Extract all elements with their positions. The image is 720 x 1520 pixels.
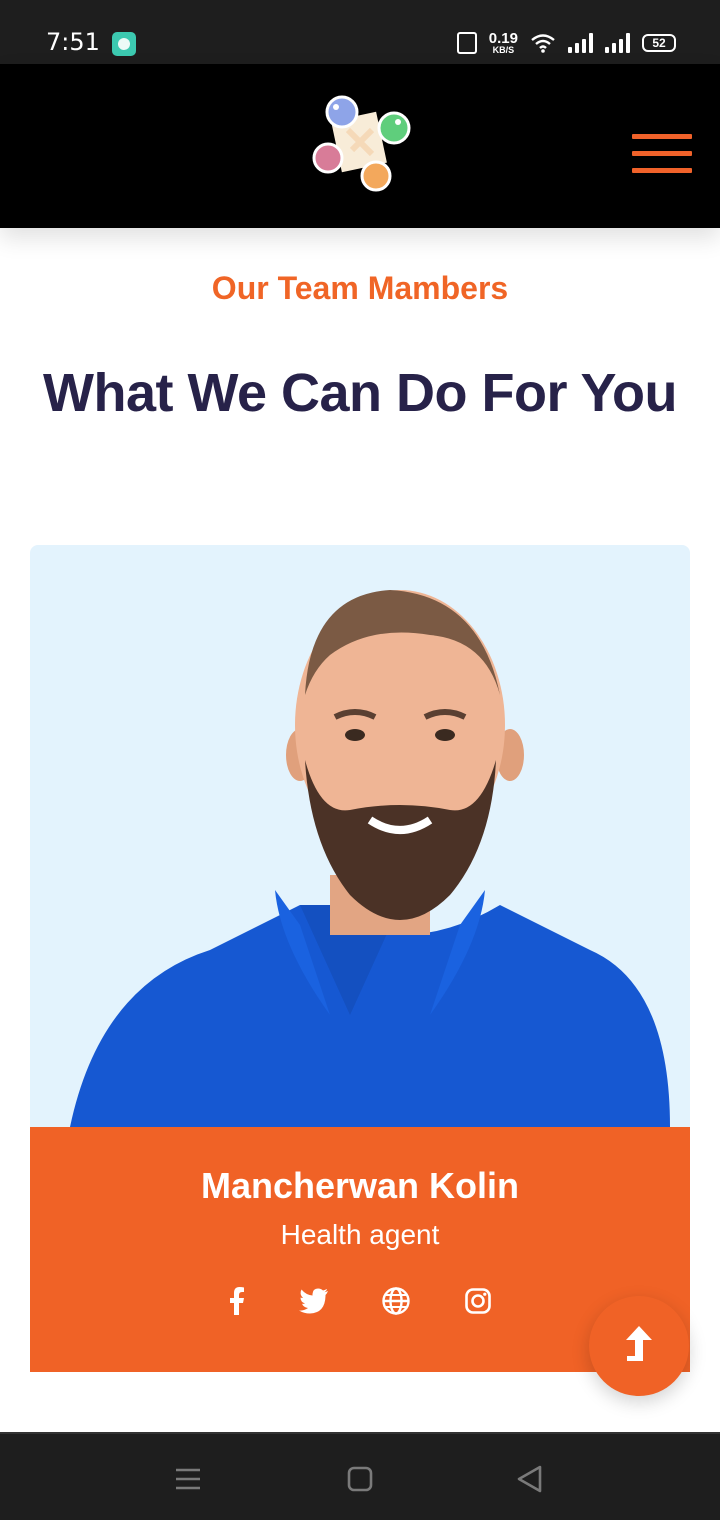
system-navigation-bar xyxy=(0,1432,720,1520)
team-member-name: Mancherwan Kolin xyxy=(200,1165,520,1206)
status-time: 7:51 xyxy=(46,28,100,56)
wifi-icon xyxy=(531,34,555,53)
team-member-photo xyxy=(30,545,690,1127)
twitter-icon[interactable] xyxy=(298,1285,330,1317)
vibrate-icon xyxy=(456,32,477,54)
team-member-role: Health agent xyxy=(280,1219,440,1250)
status-bar: 7:51 0.19 KB/S 52 xyxy=(0,0,720,64)
app-notification-icon xyxy=(112,32,136,56)
arrow-up-icon xyxy=(626,1326,652,1361)
status-indicators: 0.19 KB/S 52 xyxy=(456,28,676,58)
social-links xyxy=(220,1285,500,1317)
recents-icon[interactable] xyxy=(168,1462,208,1496)
section-eyebrow: Our Team Mambers xyxy=(211,270,509,306)
signal-icon-1 xyxy=(568,33,593,53)
facebook-icon[interactable] xyxy=(220,1285,252,1317)
battery-icon: 52 xyxy=(642,34,676,52)
globe-icon[interactable] xyxy=(380,1285,412,1317)
network-speed-unit: KB/S xyxy=(492,45,515,55)
home-icon[interactable] xyxy=(340,1462,380,1496)
instagram-icon[interactable] xyxy=(462,1285,494,1317)
scroll-to-top-button[interactable] xyxy=(589,1296,689,1396)
site-header xyxy=(0,64,720,228)
hamburger-menu-icon[interactable] xyxy=(632,134,692,174)
network-speed: 0.19 KB/S xyxy=(489,31,518,55)
section-headline: What We Can Do For You xyxy=(43,363,678,423)
signal-icon-2 xyxy=(605,33,630,53)
person-illustration xyxy=(70,590,670,1127)
team-member-card: Mancherwan Kolin Health agent xyxy=(30,545,690,1372)
back-icon[interactable] xyxy=(510,1462,550,1496)
site-logo[interactable] xyxy=(308,92,412,196)
network-speed-value: 0.19 xyxy=(488,30,518,47)
